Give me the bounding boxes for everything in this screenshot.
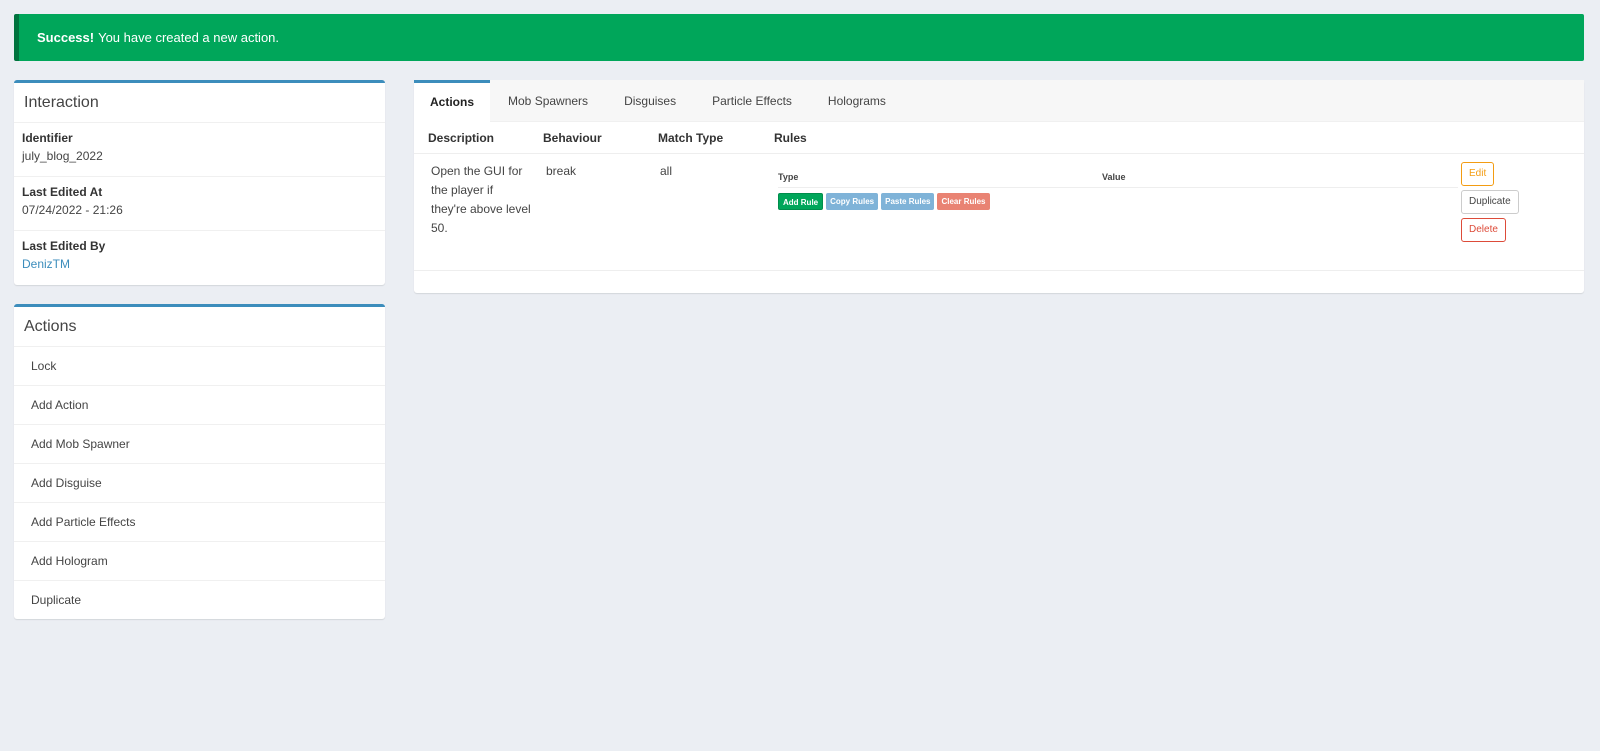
row-match-type: all [660,164,673,178]
row-behaviour: break [546,164,577,178]
tab-particle-effects[interactable]: Particle Effects [694,80,810,122]
rules-value-header: Value [1102,172,1126,182]
last-edited-at-row: Last Edited At 07/24/2022 - 21:26 [14,177,385,231]
actions-box: Actions Lock Add Action Add Mob Spawner … [14,304,385,619]
table-header: Description Behaviour Match Type Rules [414,122,1584,154]
action-add-mob-spawner[interactable]: Add Mob Spawner [14,425,385,464]
row-actions: Edit Duplicate Delete [1461,162,1519,246]
clear-rules-button[interactable]: Clear Rules [937,193,990,210]
last-edited-at-value: 07/24/2022 - 21:26 [22,203,123,217]
tab-mob-spawners[interactable]: Mob Spawners [490,80,606,122]
row-description: Open the GUI for the player if they're a… [431,164,531,235]
table-row: Open the GUI for the player if they're a… [414,154,1584,271]
duplicate-button[interactable]: Duplicate [1461,190,1519,214]
success-alert: Success! You have created a new action. [14,14,1584,61]
action-lock[interactable]: Lock [14,347,385,386]
action-add-disguise[interactable]: Add Disguise [14,464,385,503]
identifier-row: Identifier july_blog_2022 [14,123,385,177]
header-match-type: Match Type [658,131,724,145]
tabs-panel: Actions Mob Spawners Disguises Particle … [414,80,1584,293]
action-add-hologram[interactable]: Add Hologram [14,542,385,581]
delete-button[interactable]: Delete [1461,218,1506,242]
add-rule-button[interactable]: Add Rule [778,193,824,210]
tab-bar: Actions Mob Spawners Disguises Particle … [414,80,1584,122]
paste-rules-button[interactable]: Paste Rules [881,193,935,210]
interaction-box: Interaction Identifier july_blog_2022 La… [14,80,385,285]
tab-holograms[interactable]: Holograms [810,80,904,122]
identifier-value: july_blog_2022 [22,149,103,163]
alert-message: You have created a new action. [98,30,280,45]
last-edited-by-row: Last Edited By DenizTM [14,231,385,285]
tab-disguises[interactable]: Disguises [606,80,694,122]
identifier-label: Identifier [22,131,73,145]
actions-title: Actions [14,307,385,347]
rules-header: Type Value [778,162,1458,188]
action-add-action[interactable]: Add Action [14,386,385,425]
last-edited-by-link[interactable]: DenizTM [22,257,377,271]
header-behaviour: Behaviour [543,131,602,145]
tab-actions[interactable]: Actions [414,80,491,122]
action-duplicate[interactable]: Duplicate [14,581,385,620]
rules-type-header: Type [778,172,799,182]
edit-button[interactable]: Edit [1461,162,1495,186]
last-edited-at-label: Last Edited At [22,185,103,199]
header-description: Description [428,131,495,145]
rules-cell: Type Value Add Rule Copy Rules Paste Rul… [778,162,1458,210]
header-rules: Rules [774,131,807,145]
alert-bold: Success! [37,30,95,45]
action-add-particle-effects[interactable]: Add Particle Effects [14,503,385,542]
interaction-title: Interaction [14,83,385,123]
copy-rules-button[interactable]: Copy Rules [826,193,879,210]
rule-buttons: Add Rule Copy Rules Paste Rules Clear Ru… [778,193,1458,210]
last-edited-by-label: Last Edited By [22,239,106,253]
